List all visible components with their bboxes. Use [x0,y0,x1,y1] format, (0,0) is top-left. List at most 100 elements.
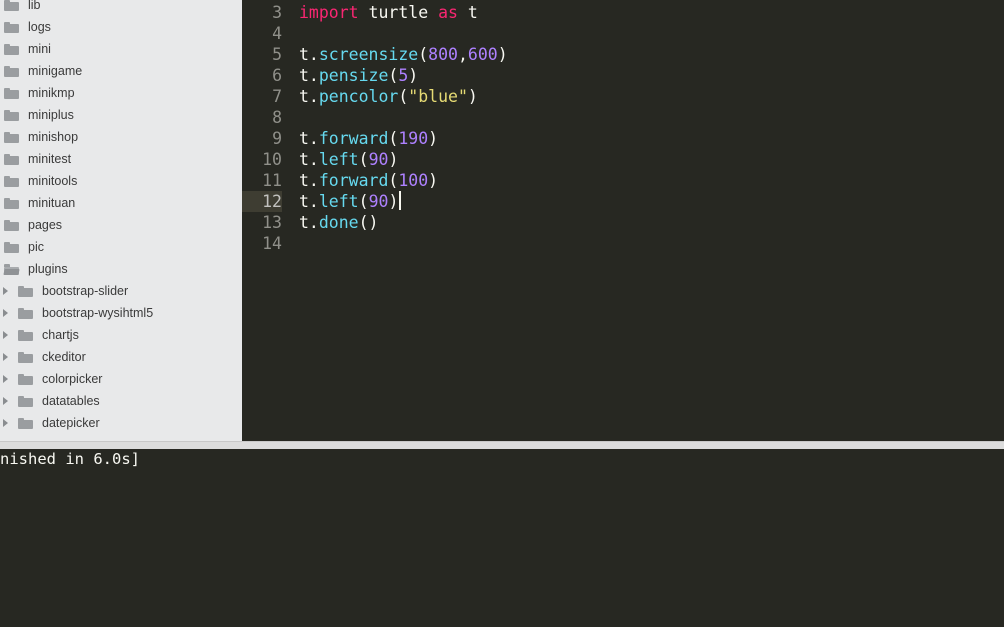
code-line-4[interactable]: 4 [242,23,1004,44]
code-line-11[interactable]: 11 t.forward(100) [242,170,1004,191]
line-number: 13 [262,213,282,232]
object-ref: t. [299,45,319,64]
code-line-7[interactable]: 7 t.pencolor("blue") [242,86,1004,107]
folder-icon [18,417,33,429]
tree-folder-ckeditor[interactable]: ckeditor [3,346,86,368]
tree-folder-minitest[interactable]: minitest [4,148,71,170]
keyword-as: as [438,3,458,22]
number-literal: 800 [428,45,458,64]
line-number: 6 [272,66,282,85]
function-call: pensize [318,66,389,85]
function-call: forward [318,171,389,190]
line-number: 11 [262,171,282,190]
object-ref: t. [299,150,319,169]
tree-item-label: logs [28,20,51,34]
tree-folder-minigame[interactable]: minigame [4,60,82,82]
folder-icon [4,21,19,33]
module-alias: t [457,3,478,22]
folder-icon [18,395,33,407]
disclosure-triangle-icon[interactable] [3,353,8,361]
folder-icon [18,373,33,385]
folder-icon [18,351,33,363]
folder-icon [4,65,19,77]
code-line-10[interactable]: 10 t.left(90) [242,149,1004,170]
tree-folder-miniplus[interactable]: miniplus [4,104,74,126]
number-literal: 90 [368,150,389,169]
object-ref: t. [299,171,319,190]
tree-folder-colorpicker[interactable]: colorpicker [3,368,102,390]
tree-item-label: colorpicker [42,372,103,386]
line-number: 7 [272,87,282,106]
folder-icon [4,197,19,209]
object-ref: t. [299,87,319,106]
object-ref: t. [299,129,319,148]
build-output-panel[interactable]: nished in 6.0s] [0,449,1004,627]
disclosure-triangle-icon[interactable] [3,331,8,339]
tree-folder-datepicker[interactable]: datepicker [3,412,100,434]
tree-item-label: bootstrap-wysihtml5 [42,306,154,320]
paren-open: ( [388,129,399,148]
tree-folder-datatables[interactable]: datatables [3,390,100,412]
line-number: 9 [272,129,282,148]
tree-folder-mini[interactable]: mini [4,38,51,60]
line-number: 4 [272,24,282,43]
tree-item-label: datatables [42,394,100,408]
tree-item-label: minigame [28,64,83,78]
code-line-8[interactable]: 8 [242,107,1004,128]
tree-item-label: minituan [28,196,76,210]
folder-icon [4,109,19,121]
code-line-12[interactable]: 12 t.left(90) [242,191,1004,212]
line-number: 12 [242,191,282,212]
tree-folder-minituan[interactable]: minituan [4,192,75,214]
number-literal: 600 [467,45,498,64]
folder-icon [4,43,19,55]
tree-item-label: pic [28,240,44,254]
tree-folder-minitools[interactable]: minitools [4,170,77,192]
disclosure-triangle-icon[interactable] [3,375,8,383]
paren-open: ( [388,171,399,190]
tree-item-label: ckeditor [42,350,86,364]
code-editor[interactable]: 3 import turtle as t 4 5 t.screensize(800,… [242,0,1004,441]
tree-item-label: minitest [28,152,72,166]
code-line-14[interactable]: 14 [242,233,1004,254]
code-line-6[interactable]: 6 t.pensize(5) [242,65,1004,86]
tree-folder-minikmp[interactable]: minikmp [4,82,75,104]
disclosure-triangle-icon[interactable] [3,397,8,405]
folder-icon [18,307,33,319]
object-ref: t. [299,213,319,232]
tree-folder-bootstrap-wysihtml5[interactable]: bootstrap-wysihtml5 [3,302,153,324]
code-line-9[interactable]: 9 t.forward(190) [242,128,1004,149]
paren-open: ( [358,192,369,211]
tree-folder-plugins[interactable]: plugins [3,258,68,280]
folder-icon [4,175,19,187]
function-call: forward [318,129,389,148]
tree-item-label: plugins [28,262,68,276]
tree-item-label: datepicker [42,416,100,430]
paren-pair: () [358,213,379,232]
paren-close: ) [497,45,508,64]
disclosure-triangle-icon[interactable] [3,419,8,427]
tree-item-label: minishop [28,130,79,144]
disclosure-triangle-icon[interactable] [3,309,8,317]
file-tree-sidebar: lib logs mini minigame minikmp miniplus … [0,0,242,441]
tree-folder-minishop[interactable]: minishop [4,126,78,148]
code-line-5[interactable]: 5 t.screensize(800,600) [242,44,1004,65]
line-number: 8 [272,108,282,127]
comma: , [457,45,468,64]
tree-item-label: lib [28,0,41,12]
tree-folder-pic[interactable]: pic [4,236,44,258]
panel-splitter[interactable] [0,441,1004,449]
paren-close: ) [388,150,399,169]
disclosure-triangle-icon[interactable] [3,287,8,295]
keyword-import: import [299,3,359,22]
tree-folder-lib[interactable]: lib [4,0,41,16]
code-line-13[interactable]: 13 t.done() [242,212,1004,233]
tree-folder-bootstrap-slider[interactable]: bootstrap-slider [3,280,128,302]
tree-folder-pages[interactable]: pages [4,214,62,236]
tree-folder-chartjs[interactable]: chartjs [3,324,79,346]
function-call: left [318,192,359,211]
folder-icon [4,153,19,165]
code-line-3[interactable]: 3 import turtle as t [242,2,1004,23]
tree-folder-logs[interactable]: logs [4,16,51,38]
tree-item-label: minitools [28,174,78,188]
